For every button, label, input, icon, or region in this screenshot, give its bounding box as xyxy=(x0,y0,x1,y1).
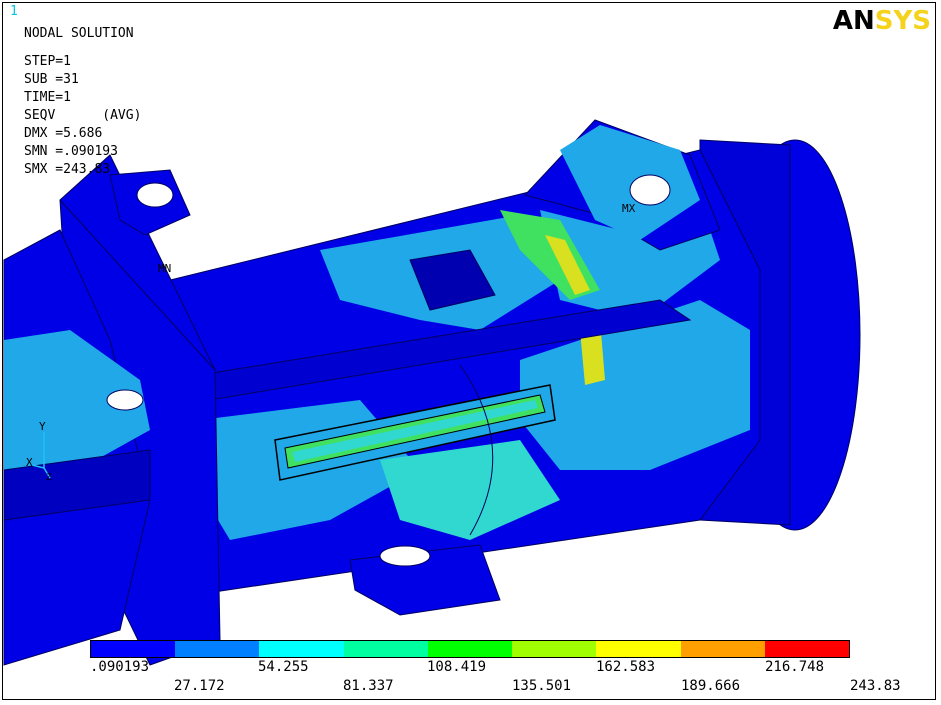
info-title: NODAL SOLUTION xyxy=(24,26,134,41)
legend-label-top-3: 108.419 xyxy=(427,659,487,675)
max-marker: MX xyxy=(622,202,636,215)
legend-swatch-7 xyxy=(596,641,681,657)
min-marker: MN xyxy=(158,262,172,275)
logo-part-an: AN xyxy=(832,6,875,36)
info-time: TIME=1 xyxy=(24,90,71,105)
info-dmx: DMX =5.686 xyxy=(24,126,103,141)
axis-triad: Y X Z xyxy=(26,420,52,483)
logo-part-sys: SYS xyxy=(874,6,931,36)
left-stub-hole xyxy=(106,389,144,411)
graphics-viewport[interactable]: 1 NODAL SOLUTION STEP=1 SUB =31 TIME=1 S… xyxy=(0,0,941,705)
legend-label-bottom-5: 243.83 xyxy=(850,678,901,694)
legend-swatch-3 xyxy=(259,641,344,657)
legend-swatch-9 xyxy=(764,641,849,657)
window-number: 1 xyxy=(10,4,18,19)
top-bracket-hole xyxy=(629,174,671,206)
info-step: STEP=1 xyxy=(24,54,71,69)
legend-label-top-1: .090193 xyxy=(90,659,150,675)
info-smx: SMX =243.83 xyxy=(24,162,111,177)
legend-label-bottom-3: 135.501 xyxy=(512,678,572,694)
legend-label-bottom-1: 27.172 xyxy=(174,678,225,694)
legend-label-top-4: 162.583 xyxy=(596,659,656,675)
triad-y-label: Y xyxy=(39,420,46,433)
triad-x-label: X xyxy=(26,456,33,469)
info-smn: SMN =.090193 xyxy=(24,144,118,159)
legend-swatch-2 xyxy=(175,641,260,657)
legend-swatch-8 xyxy=(680,641,765,657)
info-result: SEQV (AVG) xyxy=(24,108,142,123)
legend-swatch-5 xyxy=(427,641,513,657)
legend-swatch-6 xyxy=(512,641,597,657)
solution-info-block: NODAL SOLUTION STEP=1 SUB =31 TIME=1 SEQ… xyxy=(24,25,141,179)
legend-label-top-5: 216.748 xyxy=(765,659,825,675)
legend-swatch-1 xyxy=(91,641,176,657)
triad-z-label: Z xyxy=(46,473,52,483)
ansys-logo: ANSYS xyxy=(833,6,931,36)
bottom-lug-hole xyxy=(379,545,431,567)
contour-legend-bar xyxy=(90,640,850,658)
info-sub: SUB =31 xyxy=(24,72,79,87)
legend-label-bottom-2: 81.337 xyxy=(343,678,394,694)
left-lug-hole xyxy=(136,182,174,208)
legend-swatch-4 xyxy=(343,641,428,657)
legend-label-top-2: 54.255 xyxy=(258,659,309,675)
legend-label-bottom-4: 189.666 xyxy=(681,678,741,694)
